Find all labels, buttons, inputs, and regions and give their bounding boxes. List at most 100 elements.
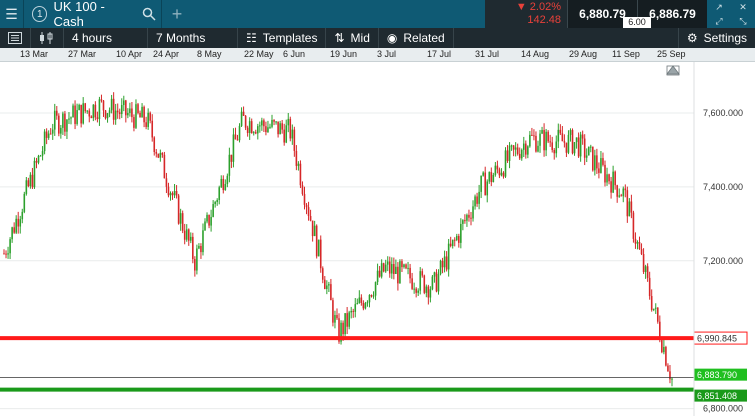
candle-body: [458, 236, 460, 243]
candle-body: [149, 112, 151, 121]
candle-body: [518, 153, 521, 159]
range-select[interactable]: 7 Months: [148, 28, 238, 48]
candle-body: [151, 120, 154, 138]
maximize-icon[interactable]: ⤢: [715, 16, 722, 27]
candle-body: [638, 242, 641, 250]
candle-body: [344, 313, 346, 335]
candle-body: [70, 117, 72, 119]
candle-body: [189, 236, 192, 241]
related-button[interactable]: ◉ Related: [379, 28, 454, 48]
date-tick: 22 May: [244, 49, 274, 59]
candle-body: [254, 132, 257, 134]
candle-body: [58, 115, 60, 134]
close-icon[interactable]: ✕: [739, 2, 747, 13]
sell-price-button[interactable]: 6,880.79 6.00: [567, 0, 651, 28]
candle-body: [494, 165, 497, 175]
candle-body: [196, 248, 198, 271]
candle-body: [368, 294, 371, 303]
candle-body: [9, 239, 11, 254]
chart-type-button[interactable]: [31, 28, 64, 48]
candle-body: [612, 171, 614, 193]
candle-body: [336, 315, 338, 319]
candle-body: [37, 155, 40, 163]
candle-body: [451, 239, 454, 246]
candle-body: [106, 113, 109, 119]
grid-layer: [0, 112, 694, 410]
templates-button[interactable]: ☷ Templates: [238, 28, 327, 48]
candle-body: [90, 116, 93, 119]
price-chart[interactable]: 6,990.845 6,851.408 6,883.790 7,600.000 7,4…: [0, 62, 755, 416]
search-icon[interactable]: [142, 6, 157, 22]
settings-button[interactable]: ⚙ Settings: [677, 28, 755, 48]
candle-body: [563, 141, 566, 143]
add-tab-button[interactable]: +: [162, 0, 192, 28]
candle-body: [386, 261, 389, 265]
date-tick: 19 Jun: [330, 49, 358, 59]
candle-body: [486, 181, 489, 196]
candle-body: [129, 108, 131, 113]
chart-svg[interactable]: 6,990.845 6,851.408 6,883.790 7,600.000 7,4…: [0, 62, 755, 416]
candle-body: [626, 190, 629, 217]
candle-body: [553, 149, 556, 154]
instrument-name: UK 100 - Cash: [53, 0, 105, 29]
candle-body: [267, 127, 269, 133]
candle-body: [141, 106, 143, 118]
sell-price: 6,880.79: [579, 7, 626, 21]
change-percent: ▼ 2.02%: [515, 1, 561, 13]
popout-icon[interactable]: ↗: [715, 2, 723, 13]
candle-body: [177, 195, 180, 224]
candle-body: [514, 147, 517, 150]
candle-body: [555, 141, 558, 154]
candle-body: [15, 218, 17, 233]
candle-body: [478, 191, 480, 204]
candle-body: [244, 115, 247, 128]
interval-select[interactable]: 4 hours: [64, 28, 148, 48]
candle-body: [464, 220, 466, 222]
candle-body: [39, 155, 42, 157]
candle-body: [608, 174, 610, 182]
candle-body: [541, 130, 543, 134]
candle-body: [468, 214, 470, 218]
candle-body: [502, 172, 505, 177]
candle-body: [569, 130, 572, 135]
candle-body: [628, 201, 631, 217]
candle-body: [393, 264, 395, 274]
candle-body: [571, 130, 574, 154]
candle-body: [222, 178, 225, 191]
minimize-icon[interactable]: ⤡: [739, 16, 746, 27]
candle-body: [256, 126, 259, 134]
candle-body: [137, 104, 139, 113]
settings-label: Settings: [703, 31, 747, 45]
candle-body: [474, 196, 476, 207]
candle-body: [399, 261, 401, 284]
price-type-button[interactable]: ⇅ Mid: [326, 28, 379, 48]
instrument-tab[interactable]: 1 UK 100 - Cash: [24, 0, 162, 29]
candle-body: [84, 103, 87, 112]
candle-body: [275, 121, 277, 123]
price-axis: 7,600.000 7,400.000 7,200.000 6,800.000: [693, 62, 743, 416]
hamburger-menu-icon[interactable]: ☰: [0, 0, 24, 28]
candle-body: [508, 145, 511, 161]
candle-body: [632, 212, 635, 239]
interval-label: 4 hours: [72, 31, 113, 45]
candle-body: [614, 171, 616, 186]
scroll-to-end-icon[interactable]: [666, 65, 680, 75]
candle-body: [525, 143, 527, 155]
candle-body: [208, 214, 210, 226]
candlestick-icon: [40, 32, 53, 44]
candle-body: [411, 278, 413, 289]
candle-body: [163, 154, 166, 179]
candle-body: [364, 303, 367, 309]
candle-body: [618, 195, 621, 197]
sidebar-toggle-button[interactable]: [0, 28, 31, 48]
candle-body: [397, 266, 399, 284]
candle-body: [224, 183, 227, 191]
candle-body: [423, 275, 426, 293]
date-tick: 8 May: [197, 49, 222, 59]
candle-body: [72, 105, 74, 118]
candle-body: [435, 272, 438, 292]
candle-body: [145, 122, 147, 127]
candle-body: [557, 129, 560, 142]
candle-body: [125, 100, 127, 116]
candle-body: [13, 227, 15, 233]
